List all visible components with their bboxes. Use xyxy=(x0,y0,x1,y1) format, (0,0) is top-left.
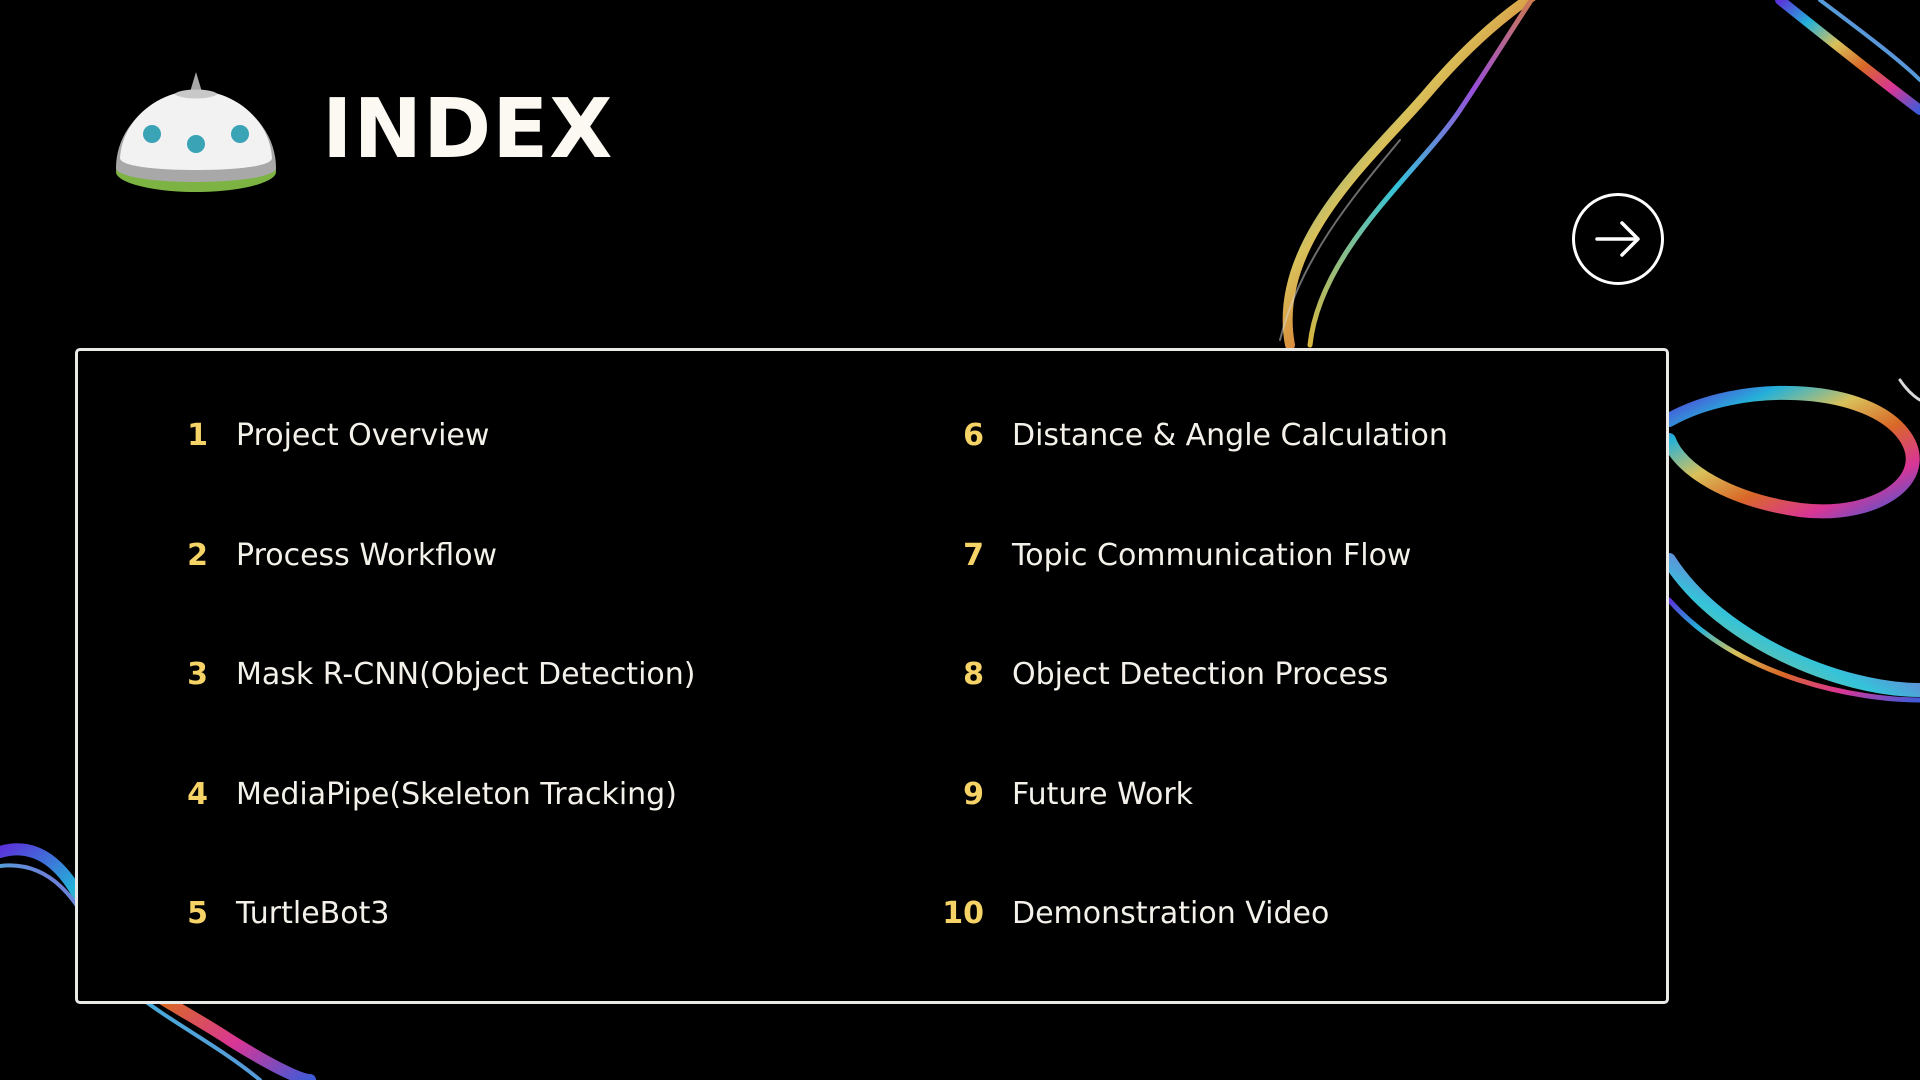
index-label: TurtleBot3 xyxy=(236,896,390,931)
index-number: 3 xyxy=(187,657,208,692)
index-item[interactable]: 3 Mask R-CNN(Object Detection) xyxy=(78,650,778,770)
index-number: 5 xyxy=(187,896,208,931)
index-number: 8 xyxy=(963,657,984,692)
index-label: Distance & Angle Calculation xyxy=(1012,418,1448,453)
index-column-right: 6 Distance & Angle Calculation 7 Topic C… xyxy=(854,411,1554,1009)
index-number: 6 xyxy=(963,418,984,453)
next-button[interactable] xyxy=(1572,193,1664,285)
index-item[interactable]: 8 Object Detection Process xyxy=(854,650,1554,770)
index-label: Process Workflow xyxy=(236,537,498,573)
index-panel: 1 Project Overview 2 Process Workflow 3 … xyxy=(75,348,1669,1004)
index-item[interactable]: 4 MediaPipe(Skeleton Tracking) xyxy=(78,770,778,890)
index-item[interactable]: 10 Demonstration Video xyxy=(854,889,1554,1009)
index-item[interactable]: 2 Process Workflow xyxy=(78,531,778,651)
index-label: Project Overview xyxy=(236,418,490,453)
index-number: 4 xyxy=(187,776,208,812)
index-label: Topic Communication Flow xyxy=(1012,537,1412,573)
index-number: 1 xyxy=(187,418,208,453)
index-item[interactable]: 1 Project Overview xyxy=(78,411,778,531)
index-number: 9 xyxy=(963,776,984,812)
index-number: 10 xyxy=(942,896,984,931)
index-number: 2 xyxy=(187,537,208,573)
index-label: Demonstration Video xyxy=(1012,896,1330,931)
robot-dome-icon xyxy=(116,72,276,192)
index-label: Future Work xyxy=(1012,776,1194,812)
index-item[interactable]: 7 Topic Communication Flow xyxy=(854,531,1554,651)
index-number: 7 xyxy=(963,537,984,573)
index-label: MediaPipe(Skeleton Tracking) xyxy=(236,776,677,812)
index-label: Mask R-CNN(Object Detection) xyxy=(236,657,696,692)
index-column-left: 1 Project Overview 2 Process Workflow 3 … xyxy=(78,411,778,1009)
index-item[interactable]: 9 Future Work xyxy=(854,770,1554,890)
index-item[interactable]: 5 TurtleBot3 xyxy=(78,889,778,1009)
index-item[interactable]: 6 Distance & Angle Calculation xyxy=(854,411,1554,531)
arrow-right-circle-icon xyxy=(1595,221,1640,257)
index-label: Object Detection Process xyxy=(1012,657,1389,692)
page-title: INDEX xyxy=(322,82,614,177)
